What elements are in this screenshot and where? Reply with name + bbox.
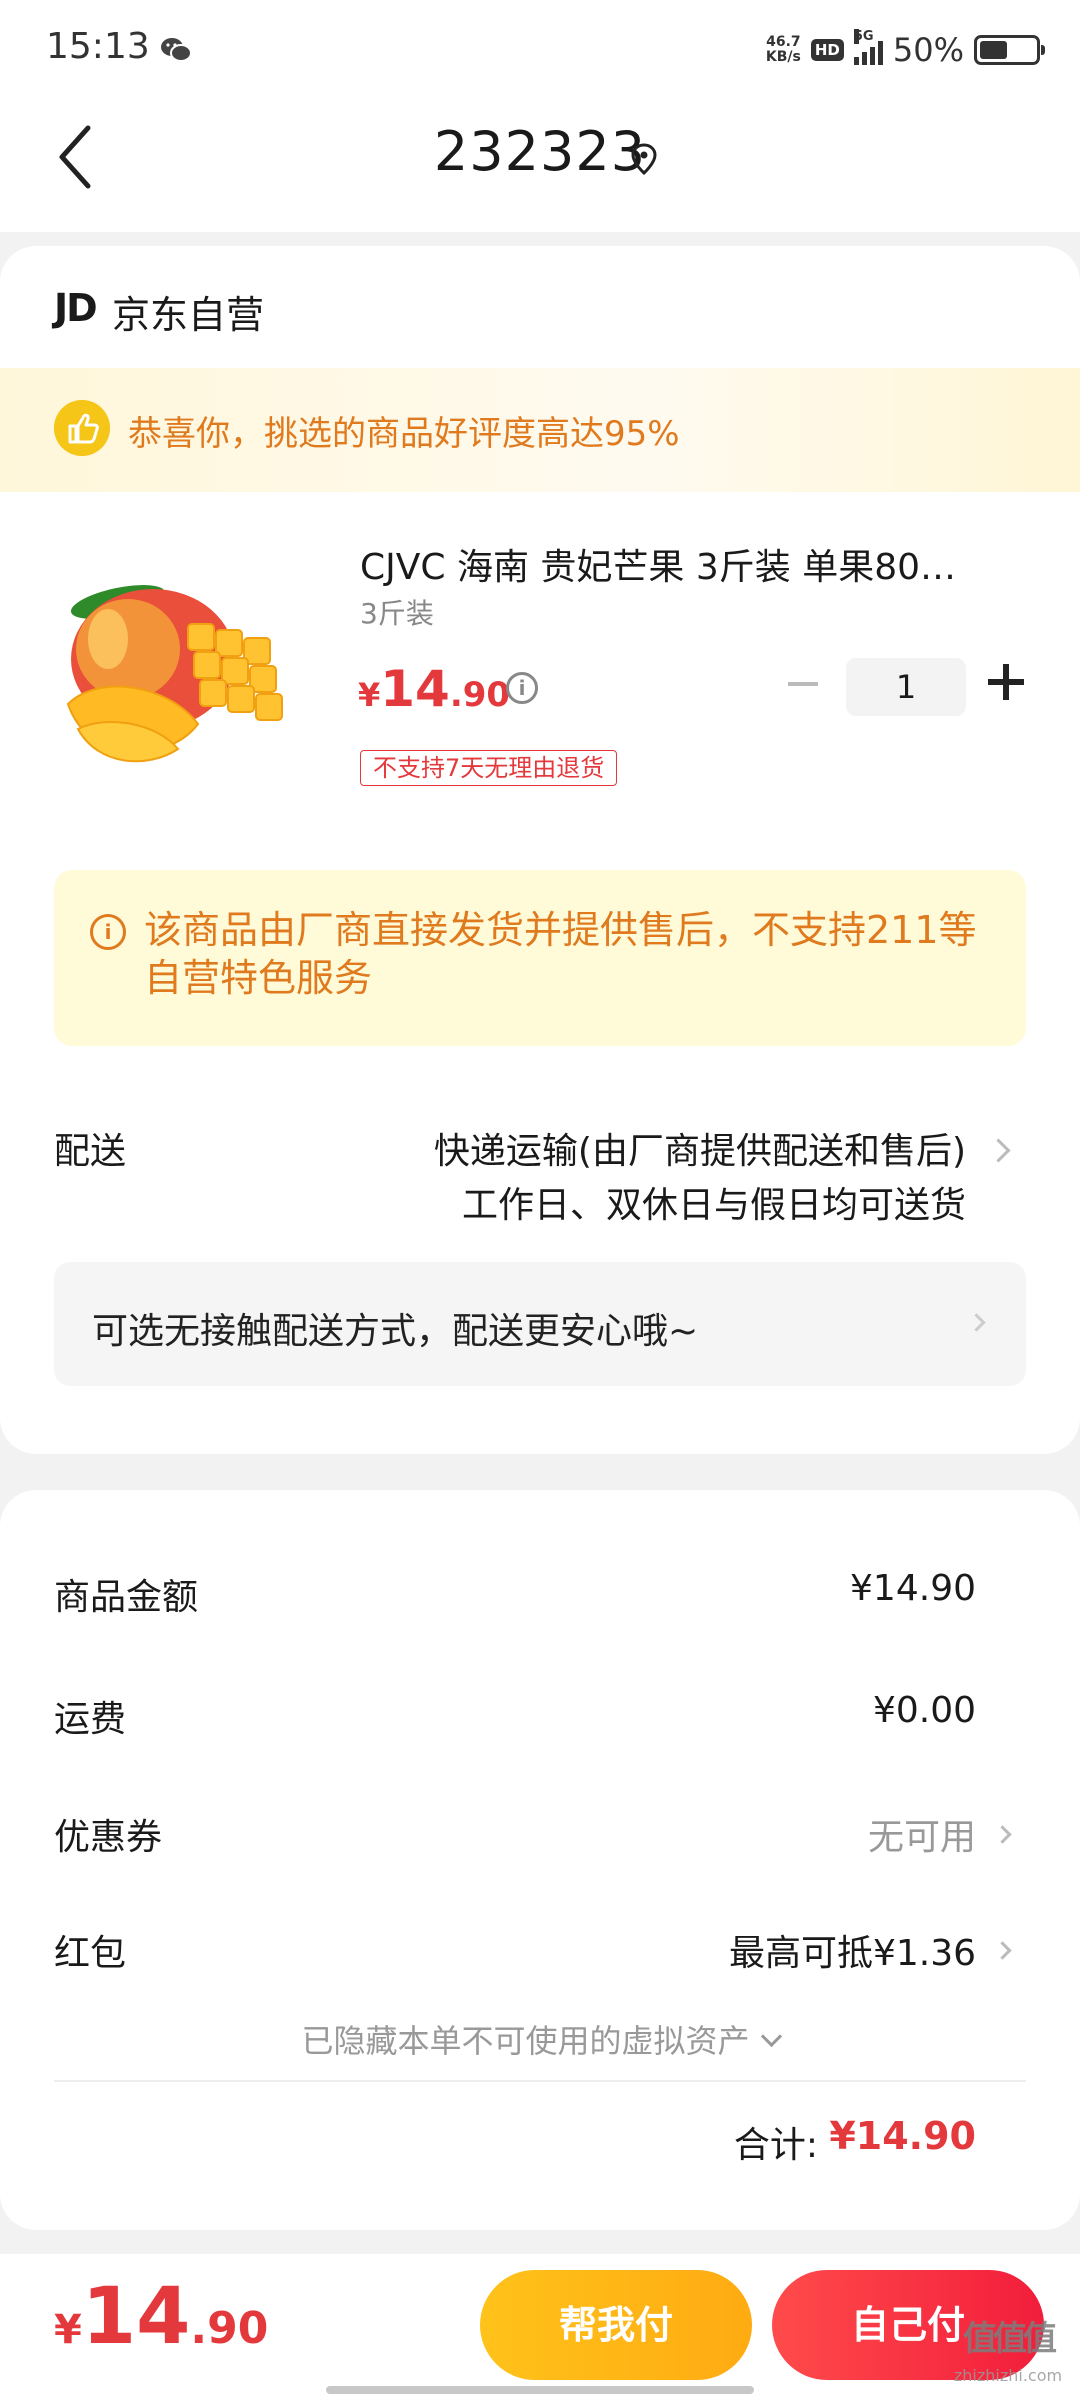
product-price: ¥14.90 [358,660,510,718]
network-speed: 46.7 KB/s [766,35,801,65]
network-type-label: 5G [853,29,874,44]
price-decimal: .90 [449,675,511,715]
coupon-value[interactable]: 无可用 [868,1808,976,1860]
hd-badge: HD [810,39,844,61]
checkout-price-decimal: .90 [190,2303,269,2354]
info-icon: i [90,914,126,950]
contactless-delivery-option[interactable]: 可选无接触配送方式，配送更安心哦~ [54,1262,1026,1386]
status-icons: 46.7 KB/s HD 5G 50% [766,28,1045,72]
store-name[interactable]: 京东自营 [112,284,264,339]
praise-text: 恭喜你，挑选的商品好评度高达95% [128,414,680,454]
status-time: 15:13 [46,26,150,67]
battery-fill [980,41,1007,59]
coupon-label: 优惠券 [54,1817,163,1858]
order-item-card: JD 京东自营 恭喜你，挑选的商品好评度高达95% CJVC 海南 贵妃芒果 3… [0,246,1080,1454]
hidden-assets-text: 已隐藏本单不可使用的虚拟资产 [301,2022,750,2060]
quantity-input[interactable]: 1 [846,658,966,716]
quantity-minus-button[interactable] [788,682,818,686]
chevron-down-icon [760,2025,782,2048]
battery-percent: 50% [892,31,964,69]
price-info-icon[interactable]: i [506,672,538,704]
price-summary-card: 商品金额 ¥14.90 运费 ¥0.00 优惠券 无可用 红包 最高可抵¥1.3… [0,1490,1080,2230]
checkout-price: ¥14.90 [54,2272,268,2362]
delivery-label: 配送 [54,1131,127,1172]
contactless-chevron-icon [967,1313,986,1332]
signal-icon: 5G [853,29,883,65]
net-speed-unit: KB/s [765,49,801,65]
battery-icon [974,35,1045,65]
price-integer: 14 [380,660,450,718]
redpacket-value[interactable]: 最高可抵¥1.36 [729,1924,976,1976]
site-watermark: 值值值 zhizhizhi.com [950,2312,1066,2385]
thumbs-up-icon [54,400,110,456]
redpacket-chevron-icon[interactable] [993,1941,1012,1960]
home-indicator[interactable] [326,2386,754,2394]
hidden-assets-toggle[interactable]: 已隐藏本单不可使用的虚拟资产 [0,2016,1080,2062]
divider [54,2080,1026,2082]
redpacket-label: 红包 [54,1933,127,1974]
watermark-glyph: 值值值 [963,2319,1057,2359]
price-currency: ¥ [358,676,381,714]
top-bar: 15:13 46.7 KB/s HD 5G 50% 232323 [0,0,1080,232]
checkout-bar: ¥14.90 帮我付 自己付 [0,2254,1080,2400]
checkout-price-integer: 14 [81,2272,191,2362]
delivery-schedule[interactable]: 工作日、双休日与假日均可送货 [462,1176,966,1228]
checkout-price-currency: ¥ [54,2307,82,2353]
shipping-value: ¥0.00 [872,1690,976,1731]
total-label: 合计: [733,2125,818,2166]
coupon-chevron-icon[interactable] [993,1825,1012,1844]
quantity-plus-button[interactable] [988,664,1024,700]
location-pin-icon[interactable] [630,142,658,176]
goods-amount-label: 商品金额 [54,1577,199,1618]
mango-image[interactable] [48,554,324,774]
return-policy-tag: 不支持7天无理由退货 [360,750,618,786]
help-me-pay-button[interactable]: 帮我付 [480,2270,752,2380]
wechat-icon [161,38,192,62]
watermark-site: zhizhizhi.com [953,2366,1063,2385]
delivery-chevron-icon[interactable] [986,1138,1011,1163]
goods-amount-value: ¥14.90 [850,1568,976,1609]
page-title: 232323 [433,120,647,183]
praise-banner: 恭喜你，挑选的商品好评度高达95% [0,368,1080,492]
total-value: ¥14.90 [829,2114,976,2158]
notice-text: 该商品由厂商直接发货并提供售后，不支持211等自营特色服务 [144,908,977,1000]
product-title[interactable]: CJVC 海南 贵妃芒果 3斤装 单果80… [360,538,1020,590]
product-spec: 3斤装 [360,597,434,630]
jd-logo: JD [54,286,98,330]
delivery-method[interactable]: 快递运输(由厂商提供配送和售后) [434,1122,966,1174]
net-speed-value: 46.7 [766,34,801,50]
shipping-label: 运费 [54,1699,127,1740]
service-notice: i 该商品由厂商直接发货并提供售后，不支持211等自营特色服务 [54,870,1026,1046]
contactless-text: 可选无接触配送方式，配送更安心哦~ [92,1311,699,1352]
